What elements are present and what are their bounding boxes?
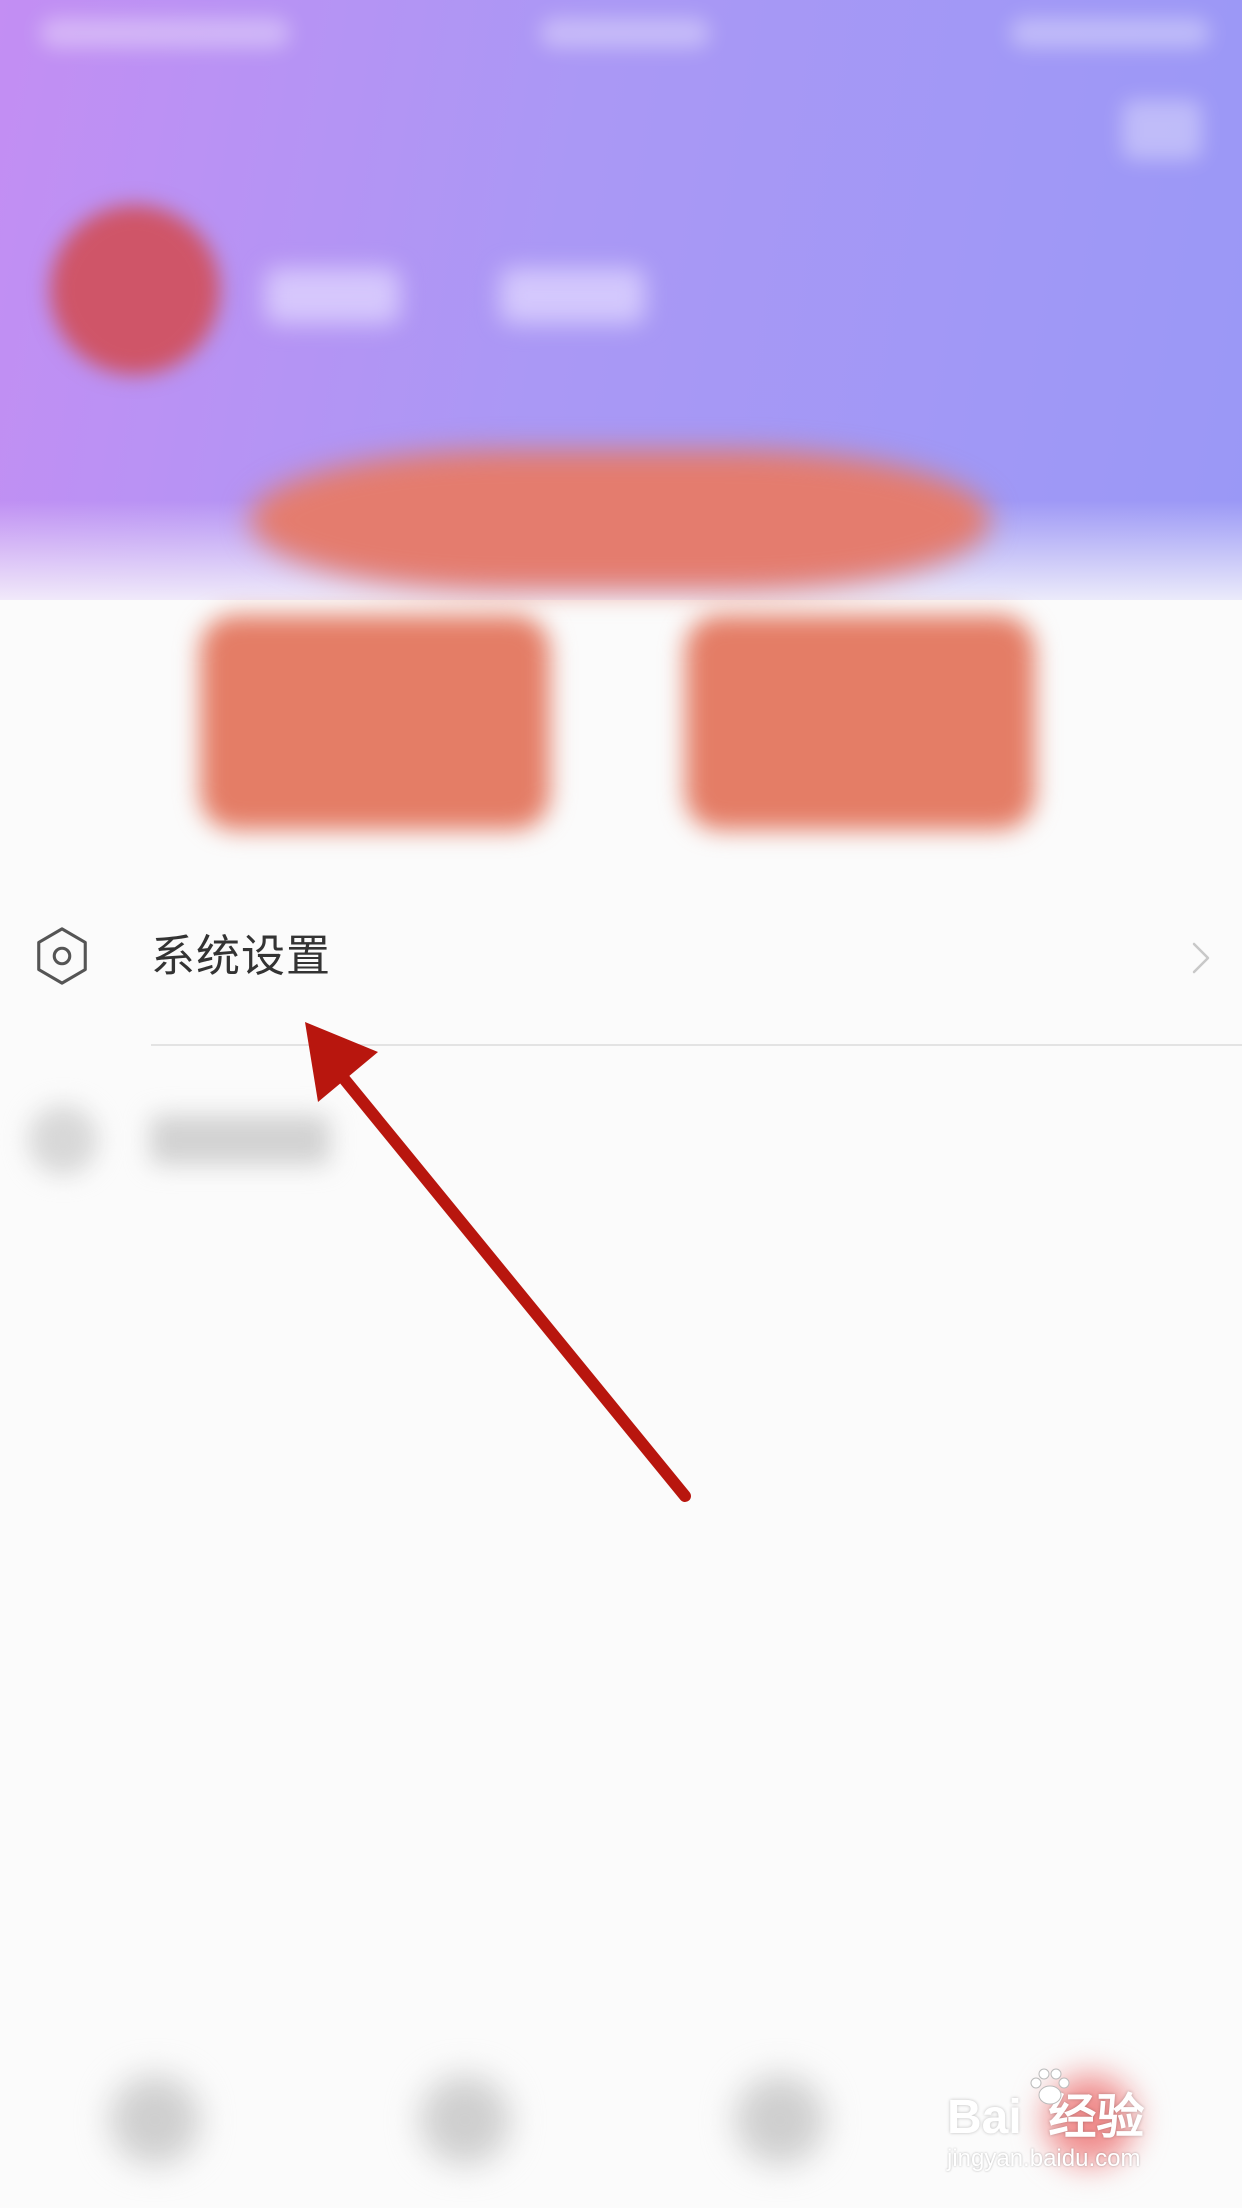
second-row-icon	[28, 1105, 98, 1175]
avatar[interactable]	[50, 205, 220, 375]
settings-label: 系统设置	[151, 931, 331, 982]
user-info-blurred	[500, 268, 645, 324]
header-action-icon[interactable]	[1122, 100, 1202, 160]
status-bar-right	[1010, 18, 1210, 48]
promo-card-right[interactable]	[685, 615, 1035, 830]
gear-icon	[37, 927, 87, 985]
status-bar-center	[540, 18, 710, 48]
tab-messages[interactable]	[735, 2075, 825, 2165]
promo-card-left[interactable]	[200, 615, 550, 830]
chevron-right-icon	[1192, 942, 1210, 974]
baidu-jingyan-watermark: Bai 经验 jingyan.baidu.com	[947, 2065, 1177, 2185]
promo-banner-blurred[interactable]	[250, 450, 990, 590]
watermark-url: jingyan.baidu.com	[947, 2145, 1141, 2172]
second-row-label-blurred[interactable]	[150, 1115, 330, 1165]
status-bar-left	[40, 18, 290, 48]
tab-discover[interactable]	[420, 2075, 510, 2165]
paw-icon	[1030, 2068, 1070, 2105]
username-blurred	[265, 268, 400, 324]
row-divider	[151, 1044, 1242, 1046]
tab-home[interactable]	[110, 2075, 200, 2165]
